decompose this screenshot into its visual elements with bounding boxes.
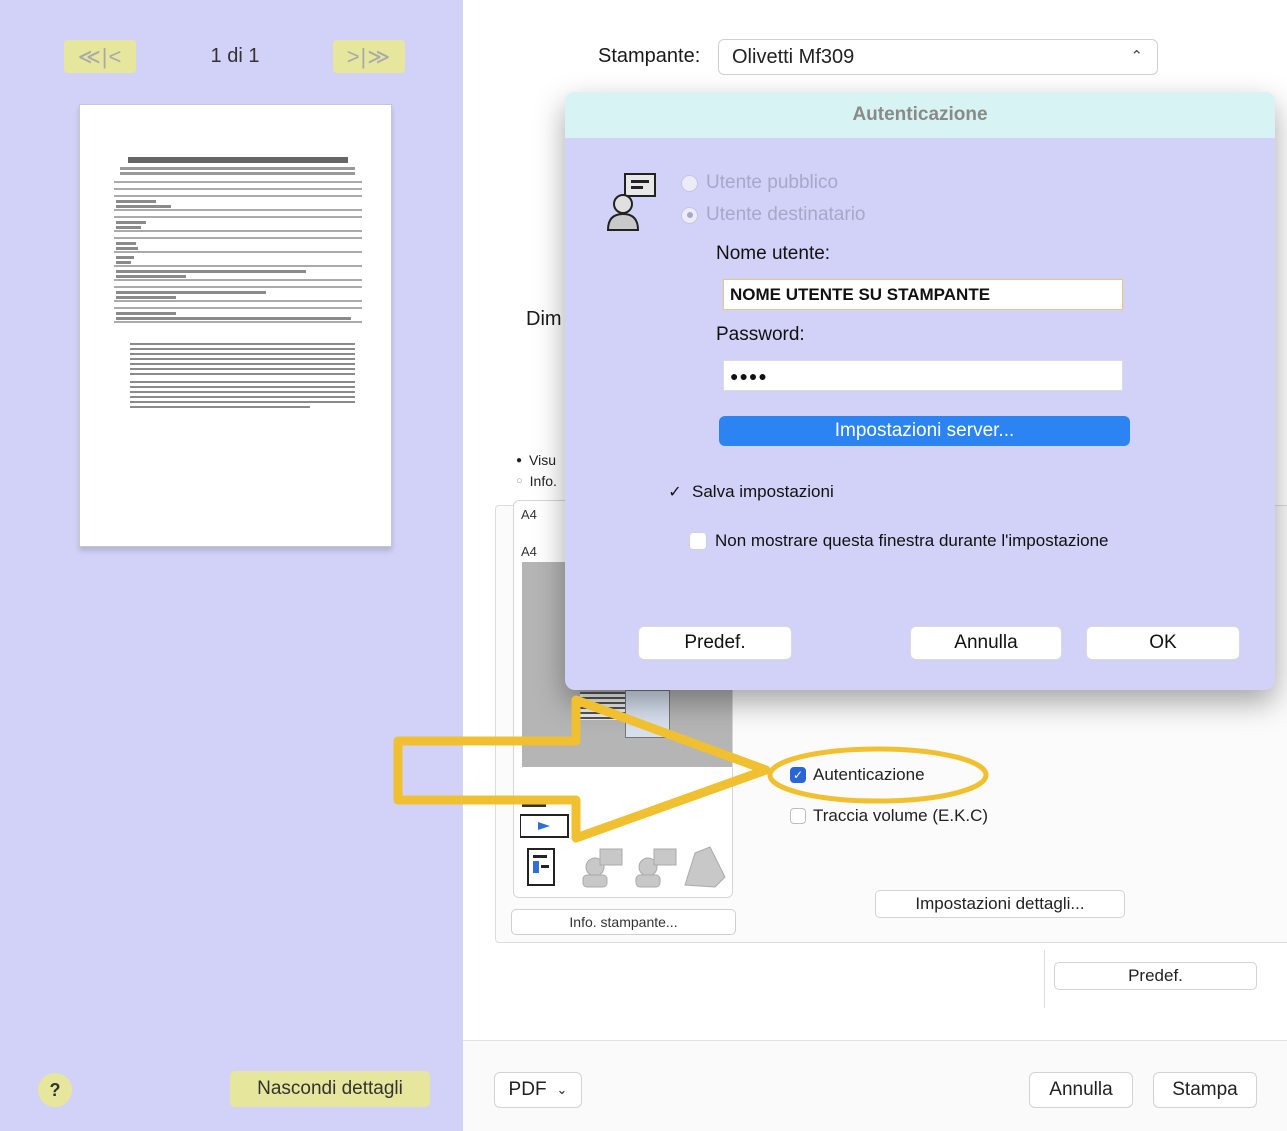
radio-visualization[interactable]: ● Visu <box>516 452 556 468</box>
save-settings-checkbox[interactable]: ✓ Salva impostazioni <box>666 482 834 502</box>
dialog-title: Autenticazione <box>565 92 1275 138</box>
pdf-label: PDF <box>508 1079 547 1100</box>
dialog-cancel-button[interactable]: Annulla <box>910 626 1062 660</box>
printer-select[interactable]: Olivetti Mf309 ⌃ <box>718 39 1158 75</box>
pdf-menu-button[interactable]: PDF ⌄ <box>494 1072 582 1108</box>
radio-recipient-label: Utente destinatario <box>706 204 866 225</box>
dialog-ok-button[interactable]: OK <box>1086 626 1240 660</box>
username-label: Nome utente: <box>716 243 831 264</box>
paper-size-top: A4 <box>521 507 537 522</box>
save-settings-label: Salva impostazioni <box>692 482 834 501</box>
printer-label: Stampante: <box>598 45 701 67</box>
radio-recipient-user[interactable]: Utente destinatario <box>681 204 866 226</box>
password-field[interactable]: ●●●● <box>723 360 1123 391</box>
chevron-updown-icon: ⌃ <box>1130 48 1143 65</box>
printer-tools-icons <box>520 799 726 888</box>
authentication-checkbox-label: Autenticazione <box>813 765 925 784</box>
document-list-icon <box>527 848 555 886</box>
radio-unselected-icon <box>681 174 698 192</box>
printer-select-value: Olivetti Mf309 <box>732 46 855 68</box>
radio-unselected-icon: ○ <box>516 475 523 487</box>
authentication-checkbox[interactable]: ✓ Autenticazione <box>790 765 925 785</box>
radio-public-label: Utente pubblico <box>706 172 839 193</box>
print-dialog-bottom-bar: PDF ⌄ Annulla Stampa <box>463 1040 1287 1131</box>
preview-sidebar: ≪|< 1 di 1 >|≫ ? Nascondi dettagli <box>0 0 463 1131</box>
cancel-print-button[interactable]: Annulla <box>1029 1072 1133 1108</box>
radio-visu-label: Visu <box>529 452 557 468</box>
username-field[interactable]: NOME UTENTE SU STAMPANTE <box>723 279 1123 310</box>
printer-output-tray <box>580 692 625 720</box>
checkbox-unchecked-icon <box>689 532 707 550</box>
user-printer-icons <box>582 846 726 888</box>
page-indicator: 1 di 1 <box>210 45 260 67</box>
next-last-page-button[interactable]: >|≫ <box>333 40 405 73</box>
panel-default-button[interactable]: Predef. <box>1054 962 1257 990</box>
detail-settings-button[interactable]: Impostazioni dettagli... <box>875 890 1125 918</box>
chevron-down-icon: ⌄ <box>556 1082 568 1097</box>
print-job-icon <box>520 799 569 838</box>
help-button[interactable]: ? <box>38 1073 72 1107</box>
track-volume-label: Traccia volume (E.K.C) <box>813 806 989 825</box>
track-volume-checkbox[interactable]: Traccia volume (E.K.C) <box>790 806 988 826</box>
printer-panel-window <box>625 690 670 738</box>
checkbox-checked-icon: ✓ <box>790 767 806 783</box>
dont-show-label: Non mostrare questa finestra durante l'i… <box>715 531 1109 550</box>
document-preview-lines <box>114 157 362 408</box>
checkbox-unchecked-icon <box>790 808 806 824</box>
page-preview-thumbnail <box>79 104 392 547</box>
password-label: Password: <box>716 324 805 345</box>
dialog-default-button[interactable]: Predef. <box>638 626 792 660</box>
divider <box>1044 950 1045 1008</box>
clipped-dimension-label: Dim <box>526 308 562 330</box>
radio-public-user[interactable]: Utente pubblico <box>681 172 838 194</box>
dont-show-checkbox[interactable]: Non mostrare questa finestra durante l'i… <box>689 531 1109 551</box>
radio-selected-icon: ● <box>516 454 523 466</box>
server-settings-button[interactable]: Impostazioni server... <box>719 416 1130 446</box>
printer-info-button[interactable]: Info. stampante... <box>511 909 736 935</box>
authentication-dialog: Autenticazione Utente pubblico Utente de… <box>565 92 1275 690</box>
radio-selected-icon <box>681 206 698 224</box>
hide-details-button[interactable]: Nascondi dettagli <box>230 1071 430 1107</box>
print-button[interactable]: Stampa <box>1153 1072 1257 1108</box>
checkmark-icon: ✓ <box>668 484 682 501</box>
paper-size-bottom: A4 <box>521 544 537 559</box>
radio-info[interactable]: ○ Info. <box>516 473 557 489</box>
first-prev-page-button[interactable]: ≪|< <box>64 40 136 73</box>
radio-info-label: Info. <box>529 473 557 489</box>
user-terminal-icon <box>606 173 656 231</box>
